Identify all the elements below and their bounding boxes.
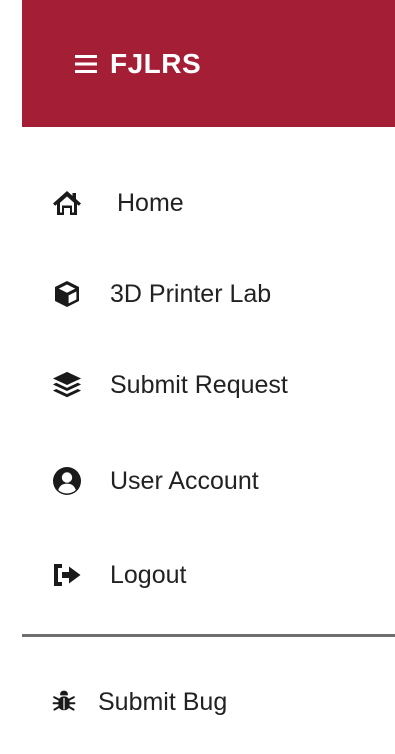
nav-divider	[22, 634, 395, 637]
layers-icon	[52, 370, 82, 400]
sidebar-item-label: Home	[117, 188, 184, 217]
app-page: FJLRS Home 3D Printer Lab Submit Request…	[0, 0, 395, 754]
sidebar-item-logout[interactable]: Logout	[0, 539, 395, 611]
sidebar-item-3d-printer-lab[interactable]: 3D Printer Lab	[0, 258, 395, 330]
cube-icon	[52, 279, 82, 309]
menu-toggle[interactable]: FJLRS	[75, 48, 201, 80]
sidebar-item-label: Logout	[110, 560, 187, 589]
sidebar-item-user-account[interactable]: User Account	[0, 445, 395, 517]
user-circle-icon	[52, 466, 82, 496]
brand-title: FJLRS	[110, 47, 202, 79]
bug-icon	[52, 690, 76, 714]
hamburger-icon	[75, 54, 97, 73]
sidebar-item-label: 3D Printer Lab	[110, 279, 272, 308]
sidebar-item-submit-bug[interactable]: Submit Bug	[0, 666, 395, 738]
logout-icon	[52, 560, 82, 590]
sidebar-item-label: Submit Request	[110, 370, 288, 399]
sidebar-item-label: Submit Bug	[98, 687, 228, 716]
sidebar-item-submit-request[interactable]: Submit Request	[0, 349, 395, 421]
top-bar: FJLRS	[22, 0, 395, 127]
sidebar-item-home[interactable]: Home	[0, 167, 395, 239]
home-icon	[52, 188, 82, 218]
sidebar-item-label: User Account	[110, 466, 259, 495]
